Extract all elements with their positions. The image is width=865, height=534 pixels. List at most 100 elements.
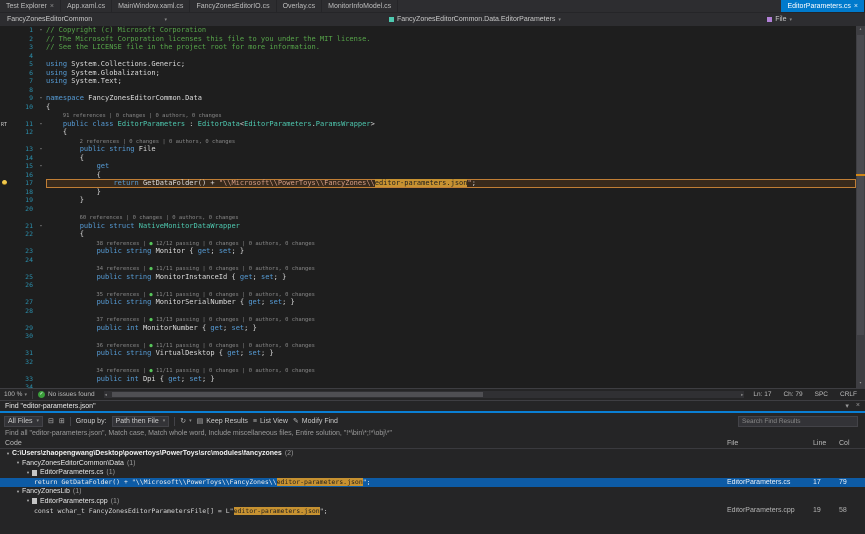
spaces-indicator[interactable]: SPC (815, 391, 828, 398)
glyph-margin[interactable] (0, 86, 12, 95)
code-text[interactable]: // The Microsoft Corporation licenses th… (46, 35, 856, 44)
code-text[interactable] (46, 52, 856, 61)
type-dropdown[interactable]: FancyZonesEditorCommon.Data.EditorParame… (385, 13, 565, 26)
code-text[interactable]: public string MonitorInstanceId { get; s… (46, 273, 856, 282)
fold-margin[interactable] (36, 230, 46, 239)
glyph-margin[interactable] (0, 103, 12, 112)
glyph-margin[interactable] (0, 256, 12, 265)
glyph-margin[interactable] (0, 171, 12, 180)
find-group-row[interactable]: ▾EditorParameters.cpp(1) (0, 497, 865, 507)
code-text[interactable]: { (46, 171, 856, 180)
expand-all-icon[interactable]: ⊞ (59, 417, 65, 425)
fold-margin[interactable] (36, 264, 46, 273)
glyph-margin[interactable] (0, 188, 12, 197)
glyph-margin[interactable] (0, 324, 12, 333)
fold-margin[interactable]: ▾ (36, 120, 46, 129)
glyph-margin[interactable] (0, 145, 12, 154)
scrollbar-thumb[interactable] (112, 392, 484, 397)
twisty-icon[interactable]: ▾ (24, 470, 32, 476)
glyph-margin[interactable] (0, 26, 12, 35)
fold-margin[interactable]: ▾ (36, 162, 46, 171)
glyph-margin[interactable] (0, 341, 12, 350)
column-header-code[interactable]: Code (0, 440, 727, 447)
code-text[interactable] (46, 86, 856, 95)
fold-margin[interactable] (36, 366, 46, 375)
glyph-margin[interactable] (0, 358, 12, 367)
code-text[interactable]: public string File (46, 145, 856, 154)
fold-margin[interactable] (36, 60, 46, 69)
find-group-row[interactable]: ▾FancyZonesLib(1) (0, 487, 865, 497)
scroll-right-icon[interactable]: ▸ (741, 391, 743, 398)
fold-margin[interactable] (36, 52, 46, 61)
fold-margin[interactable] (36, 86, 46, 95)
modify-find-button[interactable]: ✎ Modify Find (293, 417, 338, 425)
code-text[interactable]: public string VirtualDesktop { get; set;… (46, 349, 856, 358)
glyph-margin[interactable] (0, 60, 12, 69)
code-text[interactable] (46, 332, 856, 341)
fold-margin[interactable] (36, 103, 46, 112)
twisty-icon[interactable]: ▾ (14, 460, 22, 466)
close-icon[interactable]: × (856, 402, 860, 410)
glyph-margin[interactable] (0, 239, 12, 248)
fold-margin[interactable] (36, 298, 46, 307)
find-result-row[interactable]: const wchar_t FancyZonesEditorParameters… (0, 506, 865, 516)
fold-margin[interactable]: ▾ (36, 26, 46, 35)
code-text[interactable] (46, 307, 856, 316)
glyph-margin[interactable] (0, 307, 12, 316)
fold-margin[interactable] (36, 358, 46, 367)
collapse-all-icon[interactable]: ⊟ (48, 417, 54, 425)
glyph-margin[interactable] (0, 349, 12, 358)
glyph-margin[interactable] (0, 366, 12, 375)
fold-margin[interactable] (36, 324, 46, 333)
code-text[interactable] (46, 256, 856, 265)
code-text[interactable] (46, 358, 856, 367)
code-text[interactable]: public int Dpi { get; set; } (46, 375, 856, 384)
column-header-line[interactable]: Line (813, 440, 839, 447)
code-text[interactable]: { (46, 230, 856, 239)
code-editor[interactable]: 1▾// Copyright (c) Microsoft Corporation… (0, 26, 865, 388)
glyph-margin[interactable] (0, 179, 12, 188)
code-text[interactable]: public int MonitorNumber { get; set; } (46, 324, 856, 333)
fold-margin[interactable] (36, 290, 46, 299)
glyph-margin[interactable]: RT (0, 120, 12, 129)
glyph-margin[interactable] (0, 43, 12, 52)
window-position-icon[interactable]: ▾ (845, 402, 849, 410)
code-text[interactable]: public string Monitor { get; set; } (46, 247, 856, 256)
lightbulb-icon[interactable] (2, 180, 7, 185)
fold-margin[interactable] (36, 247, 46, 256)
group-by-dropdown[interactable]: Path then File ▾ (112, 416, 170, 427)
glyph-margin[interactable] (0, 128, 12, 137)
glyph-margin[interactable] (0, 383, 12, 388)
codelens-text[interactable]: 35 references | ● 11/11 passing | 0 chan… (46, 290, 856, 299)
scrollbar-thumb[interactable] (857, 35, 864, 335)
codelens-text[interactable]: 2 references | 0 changes | 0 authors, 0 … (46, 137, 856, 146)
member-dropdown[interactable]: File ▾ (763, 13, 796, 26)
codelens-text[interactable]: 34 references | ● 11/11 passing | 0 chan… (46, 366, 856, 375)
code-text[interactable]: } (46, 188, 856, 197)
close-icon[interactable]: × (854, 3, 858, 10)
find-group-row[interactable]: ▾FancyZonesEditorCommon\Data(1) (0, 459, 865, 469)
glyph-margin[interactable] (0, 298, 12, 307)
horizontal-scrollbar[interactable]: ◂ ▸ (104, 391, 745, 398)
fold-margin[interactable] (36, 315, 46, 324)
twisty-icon[interactable]: ▾ (24, 498, 32, 504)
twisty-icon[interactable]: ▾ (4, 451, 12, 457)
glyph-margin[interactable] (0, 111, 12, 120)
code-text[interactable]: public class EditorParameters : EditorDa… (46, 120, 856, 129)
column-header-col[interactable]: Col (839, 440, 865, 447)
codelens-text[interactable]: 60 references | 0 changes | 0 authors, 0… (46, 213, 856, 222)
glyph-margin[interactable] (0, 35, 12, 44)
editor-tab[interactable]: MonitorInfoModel.cs (322, 0, 398, 12)
glyph-margin[interactable] (0, 315, 12, 324)
code-text[interactable] (46, 205, 856, 214)
fold-margin[interactable] (36, 154, 46, 163)
glyph-margin[interactable] (0, 205, 12, 214)
fold-margin[interactable] (36, 188, 46, 197)
codelens-text[interactable]: 36 references | ● 11/11 passing | 0 chan… (46, 341, 856, 350)
glyph-margin[interactable] (0, 273, 12, 282)
codelens-text[interactable]: 38 references | ● 12/12 passing | 0 chan… (46, 239, 856, 248)
code-text[interactable]: public string MonitorSerialNumber { get;… (46, 298, 856, 307)
scroll-up-icon[interactable]: ▴ (856, 26, 865, 34)
scroll-down-icon[interactable]: ▾ (856, 380, 865, 388)
glyph-margin[interactable] (0, 94, 12, 103)
